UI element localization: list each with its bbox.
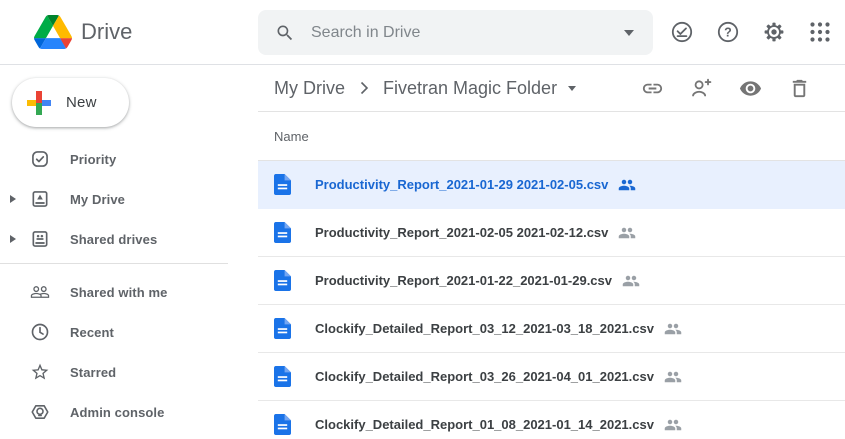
file-name: Productivity_Report_2021-01-29 2021-02-0… bbox=[315, 177, 608, 192]
drive-triangle-icon bbox=[34, 15, 72, 49]
shared-people-icon bbox=[664, 368, 682, 386]
sidebar-item-label: Shared with me bbox=[70, 285, 167, 300]
shared-people-icon bbox=[618, 176, 636, 194]
search-input[interactable] bbox=[311, 24, 624, 42]
file-name: Clockify_Detailed_Report_03_12_2021-03_1… bbox=[315, 321, 654, 336]
breadcrumb-my-drive[interactable]: My Drive bbox=[274, 78, 345, 99]
file-toolbar bbox=[640, 76, 811, 100]
column-header-label: Name bbox=[274, 129, 309, 144]
csv-file-icon bbox=[274, 318, 291, 339]
settings-icon[interactable] bbox=[762, 20, 786, 44]
top-bar: Drive ? bbox=[0, 0, 845, 65]
sidebar-item-my-drive[interactable]: My Drive bbox=[0, 179, 258, 219]
search-bar[interactable] bbox=[258, 10, 653, 55]
admin-console-icon bbox=[30, 402, 50, 422]
preview-icon[interactable] bbox=[738, 76, 762, 100]
file-row[interactable]: Productivity_Report_2021-01-29 2021-02-0… bbox=[258, 161, 845, 209]
my-drive-icon bbox=[30, 189, 50, 209]
sidebar-item-label: Priority bbox=[70, 152, 116, 167]
delete-icon[interactable] bbox=[787, 76, 811, 100]
shared-people-icon bbox=[664, 320, 682, 338]
file-row[interactable]: Clockify_Detailed_Report_03_12_2021-03_1… bbox=[258, 305, 845, 353]
sidebar-item-label: Admin console bbox=[70, 405, 164, 420]
shared-people-icon bbox=[622, 272, 640, 290]
add-people-icon[interactable] bbox=[689, 76, 713, 100]
chevron-right-icon bbox=[359, 81, 369, 95]
column-header-name[interactable]: Name bbox=[258, 112, 845, 161]
sidebar-item-label: Recent bbox=[70, 325, 114, 340]
file-name: Clockify_Detailed_Report_01_08_2021-01_1… bbox=[315, 417, 654, 432]
sidebar-divider bbox=[0, 263, 228, 264]
search-icon bbox=[275, 23, 295, 43]
csv-file-icon bbox=[274, 366, 291, 387]
help-icon[interactable]: ? bbox=[716, 20, 740, 44]
csv-file-icon bbox=[274, 270, 291, 291]
sidebar-item-priority[interactable]: Priority bbox=[0, 139, 258, 179]
sidebar-item-shared-drives[interactable]: Shared drives bbox=[0, 219, 258, 259]
apps-grid-icon[interactable] bbox=[808, 20, 832, 44]
app-title: Drive bbox=[81, 19, 132, 45]
sidebar-item-admin-console[interactable]: Admin console bbox=[0, 392, 258, 432]
sidebar-item-shared-with-me[interactable]: Shared with me bbox=[0, 272, 258, 312]
search-options-caret-icon[interactable] bbox=[624, 30, 634, 36]
file-row[interactable]: Productivity_Report_2021-01-22_2021-01-2… bbox=[258, 257, 845, 305]
sidebar-item-label: My Drive bbox=[70, 192, 125, 207]
drive-logo[interactable]: Drive bbox=[0, 15, 258, 49]
file-name: Clockify_Detailed_Report_03_26_2021-04_0… bbox=[315, 369, 654, 384]
new-button[interactable]: New bbox=[12, 78, 129, 127]
get-link-icon[interactable] bbox=[640, 76, 664, 100]
starred-icon bbox=[30, 362, 50, 382]
breadcrumb-bar: My Drive Fivetran Magic Folder bbox=[258, 65, 845, 112]
expand-arrow-icon[interactable] bbox=[10, 235, 16, 243]
breadcrumb: My Drive Fivetran Magic Folder bbox=[274, 78, 576, 99]
folder-menu-caret-icon[interactable] bbox=[568, 86, 576, 91]
priority-icon bbox=[30, 149, 50, 169]
file-name: Productivity_Report_2021-02-05 2021-02-1… bbox=[315, 225, 608, 240]
sidebar-item-label: Starred bbox=[70, 365, 116, 380]
csv-file-icon bbox=[274, 222, 291, 243]
sidebar-item-label: Shared drives bbox=[70, 232, 157, 247]
offline-status-icon[interactable] bbox=[670, 20, 694, 44]
csv-file-icon bbox=[274, 414, 291, 435]
shared-people-icon bbox=[618, 224, 636, 242]
file-row[interactable]: Productivity_Report_2021-02-05 2021-02-1… bbox=[258, 209, 845, 257]
file-row[interactable]: Clockify_Detailed_Report_01_08_2021-01_1… bbox=[258, 401, 845, 439]
recent-icon bbox=[30, 322, 50, 342]
shared-with-me-icon bbox=[30, 282, 50, 302]
shared-drives-icon bbox=[30, 229, 50, 249]
sidebar-item-starred[interactable]: Starred bbox=[0, 352, 258, 392]
header-actions: ? bbox=[653, 20, 845, 44]
sidebar: New Priority bbox=[0, 65, 258, 439]
new-button-label: New bbox=[66, 94, 97, 111]
shared-people-icon bbox=[664, 416, 682, 434]
breadcrumb-current-folder[interactable]: Fivetran Magic Folder bbox=[383, 78, 557, 99]
file-row[interactable]: Clockify_Detailed_Report_03_26_2021-04_0… bbox=[258, 353, 845, 401]
file-name: Productivity_Report_2021-01-22_2021-01-2… bbox=[315, 273, 612, 288]
content-area: My Drive Fivetran Magic Folder bbox=[258, 65, 845, 439]
new-plus-icon bbox=[27, 91, 51, 115]
expand-arrow-icon[interactable] bbox=[10, 195, 16, 203]
csv-file-icon bbox=[274, 174, 291, 195]
svg-text:?: ? bbox=[724, 25, 732, 39]
sidebar-item-recent[interactable]: Recent bbox=[0, 312, 258, 352]
